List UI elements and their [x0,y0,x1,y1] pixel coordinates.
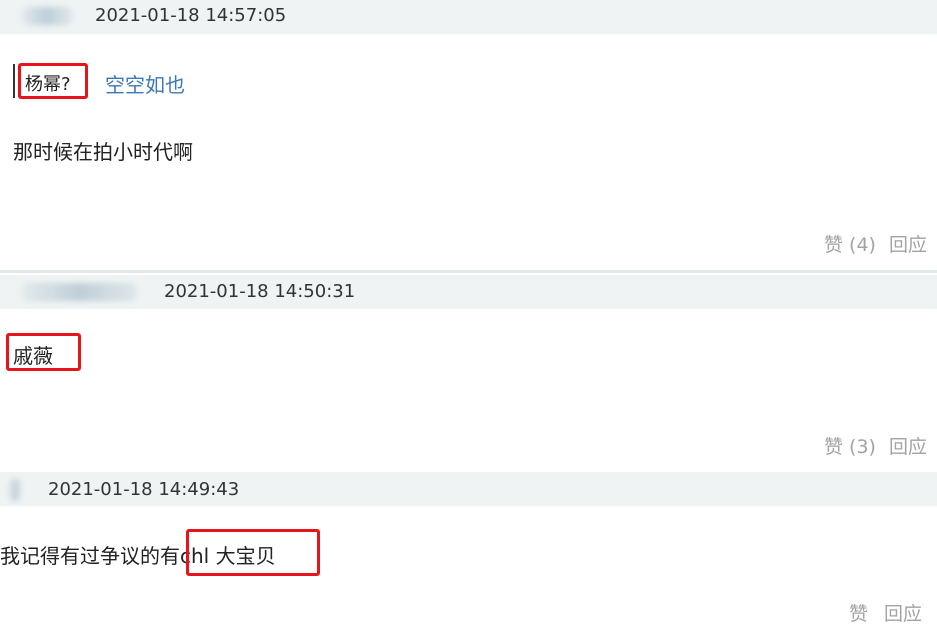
comment-header [0,275,937,309]
blurred-username [22,283,137,301]
comment-2: 2021-01-18 14:50:31 戚薇 赞 (3) 回应 [0,273,937,463]
reply-button[interactable]: 回应 [889,230,927,257]
blurred-avatar [9,479,21,501]
reply-button[interactable]: 回应 [889,432,927,459]
highlight-box [18,63,88,99]
comment-timestamp: 2021-01-18 14:49:43 [48,479,240,500]
comment-timestamp: 2021-01-18 14:50:31 [164,281,356,302]
comment-text: 那时候在拍小时代啊 [13,140,193,164]
comment-3: 2021-01-18 14:49:43 我记得有过争议的有chl 大宝贝 赞 回… [0,470,937,636]
like-button[interactable]: 赞 [849,599,868,626]
quote-author-link[interactable]: 空空如也 [105,69,185,98]
highlight-box [186,529,320,576]
comment-text-prefix: 我记得有过争议的有 [0,544,180,568]
highlight-box [6,333,81,371]
blurred-username [22,7,72,25]
comment-1: 2021-01-18 14:57:05 杨幂? 空空如也 那时候在拍小时代啊 赞… [0,0,937,270]
quote-marker [13,64,15,98]
like-button[interactable]: 赞 (4) [824,230,876,257]
like-button[interactable]: 赞 (3) [824,432,876,459]
reply-button[interactable]: 回应 [884,599,922,626]
comment-timestamp: 2021-01-18 14:57:05 [95,5,287,26]
